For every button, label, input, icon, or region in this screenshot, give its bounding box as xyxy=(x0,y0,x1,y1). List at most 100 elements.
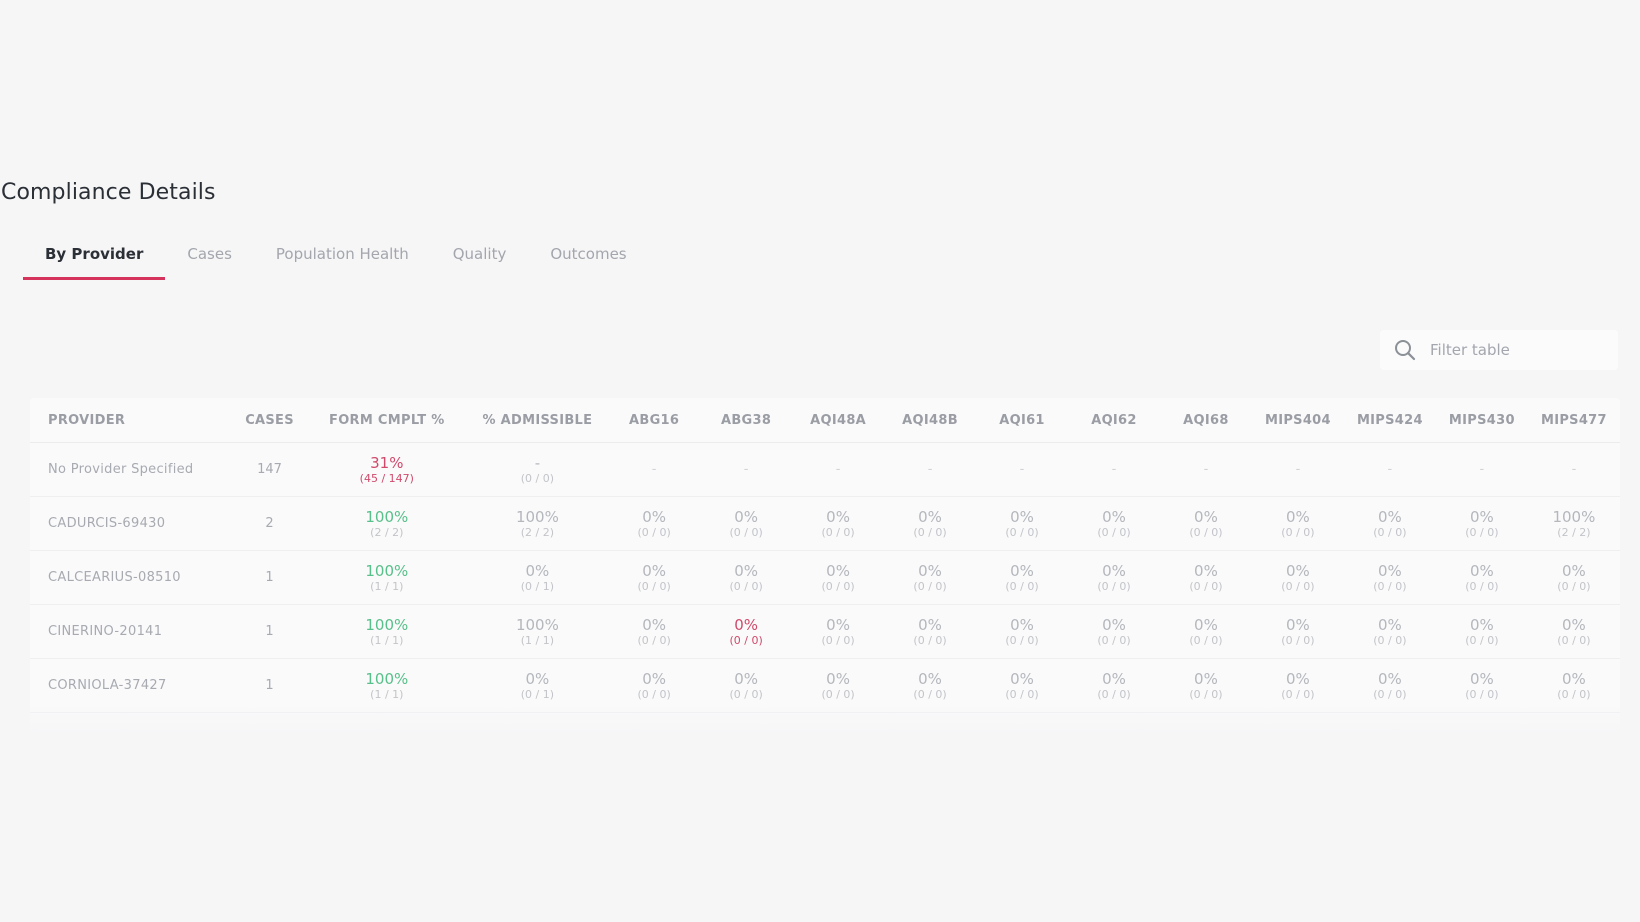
measure-cell: 0% (0 / 0) xyxy=(1527,604,1620,659)
column-header-provider[interactable]: PROVIDER xyxy=(30,398,233,443)
column-header-mips430[interactable]: MIPS430 xyxy=(1435,398,1528,443)
measure-cell: 0% (0 / 0) xyxy=(1435,550,1528,605)
metric-fraction: (1 / 1) xyxy=(370,633,404,647)
metric-percent: 0% xyxy=(918,561,942,580)
tab-cases[interactable]: Cases xyxy=(165,242,254,280)
metric-fraction: (0 / 0) xyxy=(1281,687,1315,701)
metric-fraction: (0 / 0) xyxy=(729,633,763,647)
table-row[interactable]: No Provider Specified 147 31% (45 / 147) - (0… xyxy=(30,442,1620,497)
provider-name[interactable]: CADURCIS-69430 xyxy=(30,496,233,551)
measure-cell: 0% xyxy=(976,712,1068,732)
metric-percent: 0% xyxy=(642,561,667,580)
metric-fraction: (0 / 0) xyxy=(1281,579,1315,593)
measure-cell: 0% xyxy=(1068,712,1160,732)
metric-percent: 0% xyxy=(1436,731,1528,733)
provider-name[interactable]: CALCEARIUS-08510 xyxy=(30,550,233,605)
table-row[interactable]: 100%100%0%0%0%0%0%0%0%0%0%0%0% xyxy=(30,712,1620,733)
table-row[interactable]: CINERINO-20141 1 100% (1 / 1) 100% (1 / 1) 0%(… xyxy=(30,604,1620,659)
metric-fraction: (0 / 0) xyxy=(1465,579,1499,593)
filter-input[interactable] xyxy=(1428,340,1602,360)
column-header-form-cmplt[interactable]: FORM CMPLT % xyxy=(306,398,467,443)
metric-fraction: (0 / 0) xyxy=(637,579,671,593)
measure-cell: 0% (0 / 0) xyxy=(1343,658,1436,713)
column-header-aqi61[interactable]: AQI61 xyxy=(976,398,1068,443)
metric-percent: 0% xyxy=(826,561,850,580)
measure-cell-empty: - xyxy=(700,442,793,497)
form-complete-cell: 100% (1 / 1) xyxy=(306,550,467,605)
metric-percent: 0% xyxy=(918,507,942,526)
metric-percent: 0% xyxy=(1469,615,1494,634)
metric-fraction: (0 / 0) xyxy=(821,579,855,593)
column-header-abg16[interactable]: ABG16 xyxy=(608,398,701,443)
metric-fraction: (0 / 0) xyxy=(1373,687,1407,701)
metric-percent: 0% xyxy=(734,561,758,580)
provider-name[interactable]: CINERINO-20141 xyxy=(30,604,233,659)
filter-box[interactable] xyxy=(1380,330,1618,370)
column-header-mips404[interactable]: MIPS404 xyxy=(1251,398,1344,443)
measure-cell: 0% (0 / 0) xyxy=(700,550,793,605)
metric-percent: 0% xyxy=(1469,507,1494,526)
metric-fraction: (0 / 0) xyxy=(1097,633,1131,647)
measure-cell: 0% (0 / 0) xyxy=(1068,496,1160,551)
metric-percent: 0% xyxy=(1010,615,1034,634)
column-header-mips477[interactable]: MIPS477 xyxy=(1527,398,1620,443)
measure-cell: 0% (0 / 0) xyxy=(608,604,701,659)
metric-fraction: (0 / 0) xyxy=(821,687,855,701)
metric-percent: 0% xyxy=(734,615,758,634)
table-row[interactable]: CADURCIS-69430 2 100% (2 / 2) 100% (2 / 2) 0%(… xyxy=(30,496,1620,551)
measure-cell: 0% (0 / 0) xyxy=(792,658,885,713)
metric-percent: 0% xyxy=(1377,615,1402,634)
metric-fraction: (0 / 0) xyxy=(520,471,555,485)
metric-percent: 0% xyxy=(1194,615,1218,634)
measure-cell: 0% (0 / 0) xyxy=(976,550,1068,605)
metric-percent: 0% xyxy=(642,669,667,688)
metric-percent: 100% xyxy=(365,561,409,580)
metric-percent: 0% xyxy=(826,615,850,634)
measure-cell-empty: - xyxy=(608,442,701,497)
column-header-aqi48b[interactable]: AQI48B xyxy=(884,398,977,443)
measure-cell: 0% xyxy=(1435,712,1528,733)
provider-name[interactable] xyxy=(30,712,233,732)
metric-fraction: (45 / 147) xyxy=(359,471,414,485)
metric-fraction: (0 / 0) xyxy=(1189,579,1223,593)
table-header-row: PROVIDER CASES FORM CMPLT %% ADMISSIBLE ABG… xyxy=(30,398,1620,443)
provider-name[interactable]: No Provider Specified xyxy=(30,442,233,497)
tab-quality[interactable]: Quality xyxy=(431,242,529,280)
column-header-mips424[interactable]: MIPS424 xyxy=(1343,398,1436,443)
metric-percent: 0% xyxy=(1102,669,1126,688)
metric-fraction: (0 / 0) xyxy=(1189,687,1223,701)
column-header-aqi48a[interactable]: AQI48A xyxy=(792,398,885,443)
measure-cell-empty: - xyxy=(1159,442,1252,497)
table-row[interactable]: CALCEARIUS-08510 1 100% (1 / 1) 0% (0 / 1) 0%(… xyxy=(30,550,1620,605)
metric-percent: 0% xyxy=(1252,731,1344,733)
measure-cell: 0% (0 / 0) xyxy=(1343,496,1436,551)
metric-percent: 100% xyxy=(515,615,559,634)
column-header-cases[interactable]: CASES xyxy=(232,398,307,443)
column-header-abg38[interactable]: ABG38 xyxy=(700,398,793,443)
measure-cell: 0% (0 / 0) xyxy=(1435,658,1528,713)
cases-count: 147 xyxy=(232,442,307,497)
measure-cell: 0% (0 / 0) xyxy=(1527,658,1620,713)
measure-cell: 0% xyxy=(1527,712,1620,732)
metric-percent: 0% xyxy=(1377,507,1402,526)
measure-cell: 0% (0 / 0) xyxy=(1068,604,1160,659)
column-header-aqi68[interactable]: AQI68 xyxy=(1159,398,1252,443)
cases-count: 1 xyxy=(232,658,307,713)
provider-name[interactable]: CORNIOLA-37427 xyxy=(30,658,233,713)
metric-percent: 0% xyxy=(1010,561,1034,580)
metric-fraction: (0 / 0) xyxy=(913,687,947,701)
tab-population-health[interactable]: Population Health xyxy=(254,242,431,280)
metric-percent: 0% xyxy=(642,615,667,634)
metric-fraction: (0 / 0) xyxy=(913,633,947,647)
measure-cell: 0% xyxy=(1343,712,1436,732)
tab-by-provider[interactable]: By Provider xyxy=(23,242,166,280)
measure-cell: 0% (0 / 0) xyxy=(700,604,793,659)
form-complete-cell: 100% xyxy=(306,712,467,732)
metric-percent: 0% xyxy=(1102,561,1126,580)
column-header-aqi62[interactable]: AQI62 xyxy=(1068,398,1160,443)
metric-percent: 100% xyxy=(515,507,559,526)
tab-outcomes[interactable]: Outcomes xyxy=(528,242,648,280)
measure-cell: 0% (0 / 0) xyxy=(1159,550,1252,605)
table-row[interactable]: CORNIOLA-37427 1 100% (1 / 1) 0% (0 / 1) 0% (0 … xyxy=(30,658,1620,713)
column-header-admissible[interactable]: % ADMISSIBLE xyxy=(466,398,609,443)
